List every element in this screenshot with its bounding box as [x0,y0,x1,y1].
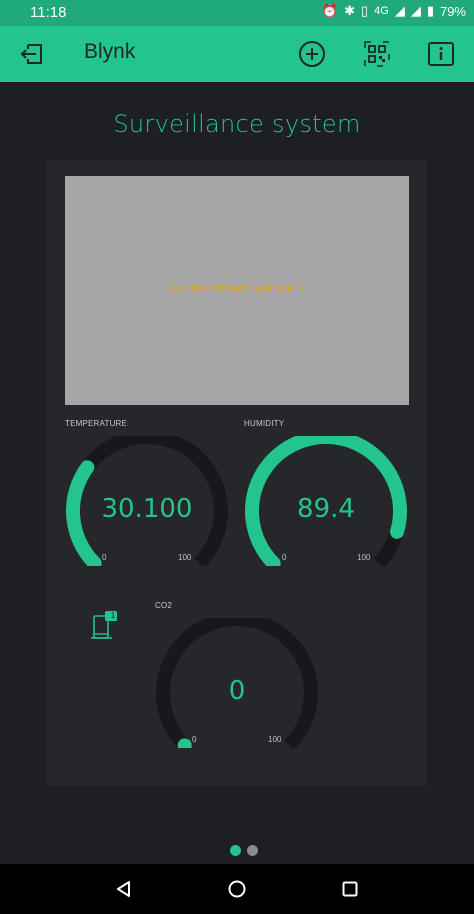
alarm-icon: ⏰ [321,3,339,18]
signal-icon-2: ◢ [410,3,421,18]
co2-min: 0 [192,735,197,744]
battery-level: 79% [439,3,466,19]
humidity-value: 89.4 [297,494,355,524]
co2-gauge[interactable]: 0 0 100 [155,618,319,748]
temperature-min: 0 [102,553,107,562]
app-bar: Blynk [0,26,474,82]
video-status: No video stream available :( [168,283,306,295]
back-icon[interactable] [113,878,135,900]
system-nav-bar [0,864,474,914]
vibrate-icon: ▯ [360,3,369,18]
exit-icon[interactable] [16,38,48,70]
network-type: 4G [374,5,389,17]
qr-code-icon[interactable] [361,38,393,70]
co2-max: 100 [268,735,282,744]
page-dot-2[interactable] [247,845,258,856]
status-bar: 11:18 ⏰ ✱ ▯ 4G ◢ ◢ ▮ 79% [0,0,474,26]
bluetooth-icon: ✱ [344,3,355,18]
co2-value: 0 [228,676,246,706]
humidity-max: 100 [357,553,371,562]
page-indicator [230,845,258,856]
temperature-gauge[interactable]: 30.100 0 100 [65,436,229,566]
home-icon[interactable] [226,878,248,900]
recents-icon[interactable] [339,878,361,900]
signal-icon: ◢ [394,3,405,18]
add-icon[interactable] [296,38,328,70]
battery-icon: ▮ [426,3,434,18]
co2-label: CO2 [155,601,173,610]
page-dot-1[interactable] [230,845,241,856]
temperature-label: TEMPERATURE [65,419,128,428]
status-icons: ⏰ ✱ ▯ 4G ◢ ◢ ▮ 79% [322,3,466,19]
humidity-min: 0 [282,553,287,562]
app-title: Blynk [84,40,136,63]
humidity-gauge[interactable]: 89.4 0 100 [244,436,408,566]
temperature-max: 100 [178,553,192,562]
video-stream[interactable]: No video stream available :( [65,176,409,405]
info-icon[interactable] [425,38,457,70]
humidity-label: HUMIDITY [244,419,285,428]
clock: 11:18 [30,4,67,21]
device-badge-count: 1 [110,611,116,620]
project-title: Surveillance system [113,110,361,138]
temperature-value: 30.100 [101,494,193,524]
